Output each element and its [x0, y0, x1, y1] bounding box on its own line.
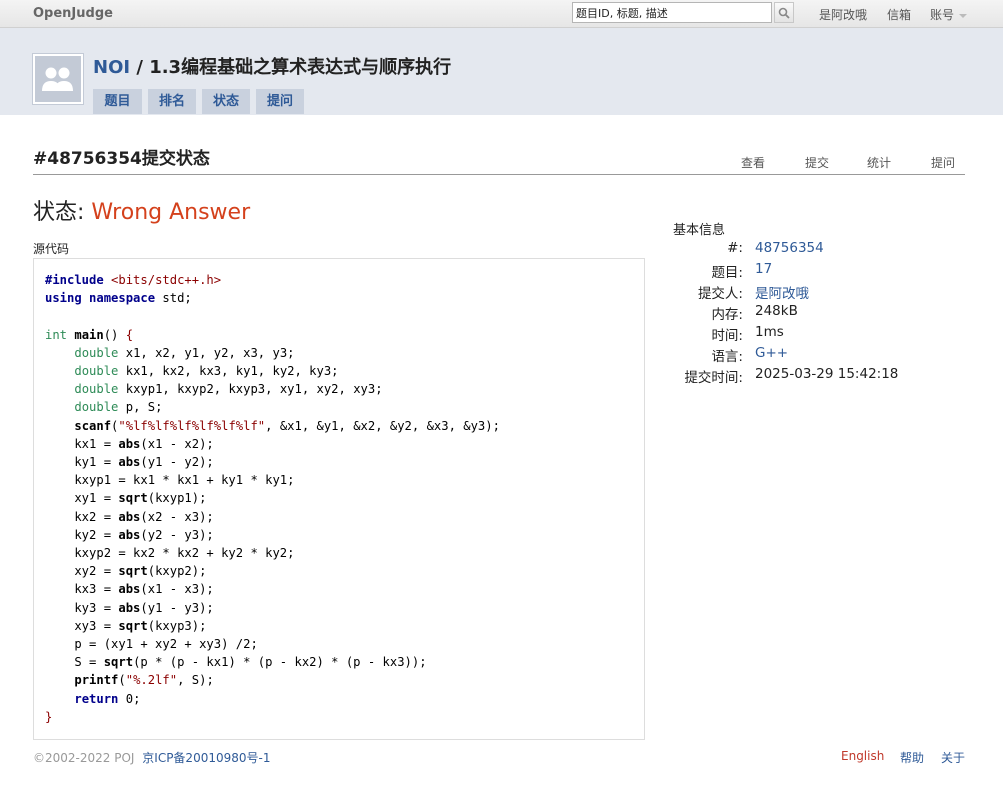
- title-separator: /: [130, 57, 150, 78]
- code-line: ky1 = abs(y1 - y2);: [45, 455, 214, 470]
- code-line: double kx1, kx2, kx3, ky1, ky2, ky3;: [74, 364, 339, 379]
- top-bar: OpenJudge 是阿改哦 信箱 账号: [0, 0, 1003, 28]
- info-row: 提交人: 是阿改哦: [673, 282, 973, 302]
- info-row: 时间: 1ms: [673, 324, 973, 344]
- info-value-link[interactable]: 48756354: [755, 240, 824, 256]
- code-line: xy1 = sqrt(kxyp1);: [45, 491, 207, 506]
- code-line: double kxyp1, kxyp2, kxyp3, xy1, xy2, xy…: [74, 382, 383, 397]
- code-line: }: [45, 709, 53, 724]
- code-line: kxyp2 = kx2 * kx2 + ky2 * ky2;: [45, 546, 295, 561]
- submission-status: 状态: Wrong Answer: [33, 194, 250, 226]
- code-line: ky2 = abs(y2 - y3);: [45, 527, 214, 542]
- code-line: printf("%.2lf", S);: [74, 673, 214, 688]
- tab-status[interactable]: 状态: [202, 89, 250, 114]
- info-key: 提交时间:: [684, 370, 743, 386]
- code-line: using namespace std;: [45, 291, 192, 306]
- subnav-view[interactable]: 查看: [741, 154, 765, 171]
- info-row: 题目: 17: [673, 261, 973, 281]
- chevron-down-icon: [958, 14, 967, 18]
- code-line: double x1, x2, y1, y2, x3, y3;: [74, 345, 295, 360]
- search-icon: [778, 7, 790, 19]
- code-line: return 0;: [74, 691, 141, 706]
- mailbox-link[interactable]: 信箱: [887, 6, 911, 23]
- brand-logo-text[interactable]: OpenJudge: [33, 6, 113, 21]
- code-line: xy2 = sqrt(kxyp2);: [45, 564, 207, 579]
- info-key: 提交人:: [697, 286, 743, 302]
- code-line: kxyp1 = kx1 * kx1 + ky1 * ky1;: [45, 473, 295, 488]
- icp-link[interactable]: 京ICP备20010980号-1: [142, 751, 270, 765]
- info-key: 时间:: [711, 328, 743, 344]
- info-title: 基本信息: [673, 223, 726, 238]
- page-title: #48756354提交状态: [33, 149, 210, 169]
- source-code: #include <bits/stdc++.h> using namespace…: [45, 271, 500, 726]
- footer-about-link[interactable]: 关于: [941, 749, 965, 766]
- code-line: S = sqrt(p * (p - kx1) * (p - kx2) * (p …: [45, 655, 427, 670]
- subnav-submit[interactable]: 提交: [805, 154, 829, 171]
- tab-ranking[interactable]: 排名: [148, 89, 196, 114]
- info-value-link[interactable]: 17: [755, 261, 772, 277]
- user-link[interactable]: 是阿改哦: [819, 6, 867, 23]
- page-course-title: NOI / 1.3编程基础之算术表达式与顺序执行: [93, 53, 451, 79]
- info-row: 提交时间: 2025-03-29 15:42:18: [673, 366, 973, 386]
- info-value: 248kB: [755, 303, 798, 319]
- info-value-link[interactable]: G++: [755, 345, 788, 361]
- tab-questions[interactable]: 提问: [256, 89, 304, 114]
- subnav-questions[interactable]: 提问: [931, 154, 955, 171]
- tab-problems[interactable]: 题目: [93, 89, 142, 114]
- code-line: kx2 = abs(x2 - x3);: [45, 509, 214, 524]
- search-button[interactable]: [774, 2, 794, 23]
- code-line: xy3 = sqrt(kxyp3);: [45, 618, 207, 633]
- status-label: 状态:: [33, 200, 92, 225]
- info-row: 内存: 248kB: [673, 303, 973, 323]
- info-value: 1ms: [755, 324, 784, 340]
- search-input[interactable]: [572, 2, 772, 23]
- info-key: 题目:: [711, 265, 743, 281]
- code-line: #include <bits/stdc++.h>: [45, 273, 222, 287]
- group-avatar-icon: [37, 58, 79, 100]
- account-label: 账号: [930, 8, 955, 22]
- info-key: 语言:: [711, 349, 743, 365]
- course-link[interactable]: 1.3编程基础之算术表达式与顺序执行: [149, 57, 451, 78]
- group-link[interactable]: NOI: [93, 57, 130, 78]
- code-line: ky3 = abs(y1 - y3);: [45, 600, 214, 615]
- account-menu[interactable]: 账号: [930, 6, 967, 23]
- info-row: 语言: G++: [673, 345, 973, 365]
- code-line: kx1 = abs(x1 - x2);: [45, 436, 214, 451]
- info-key: #:: [727, 240, 743, 256]
- source-code-box: #include <bits/stdc++.h> using namespace…: [33, 258, 645, 740]
- footer-help-link[interactable]: 帮助: [900, 749, 924, 766]
- code-line: double p, S;: [74, 400, 163, 415]
- info-key: 内存:: [711, 307, 743, 323]
- group-logo: [32, 53, 84, 105]
- footer-copyright: ©2002-2022 POJ 京ICP备20010980号-1: [33, 749, 270, 766]
- code-line: p = (xy1 + xy2 + xy3) /2;: [45, 637, 258, 652]
- code-line: int main() {: [45, 327, 134, 342]
- site-search: [572, 2, 794, 25]
- code-line: kx3 = abs(x1 - x3);: [45, 582, 214, 597]
- status-value: Wrong Answer: [91, 200, 251, 225]
- subnav-stats[interactable]: 统计: [867, 154, 891, 171]
- info-value-link[interactable]: 是阿改哦: [755, 282, 809, 302]
- copyright-text: ©2002-2022 POJ: [33, 751, 135, 765]
- source-code-label: 源代码: [33, 242, 70, 256]
- info-value: 2025-03-29 15:42:18: [755, 366, 899, 382]
- footer-english-link[interactable]: English: [841, 749, 884, 763]
- heading-divider: [33, 174, 965, 175]
- info-row: #: 48756354: [673, 240, 973, 260]
- code-line: scanf("%lf%lf%lf%lf%lf%lf", &x1, &y1, &x…: [74, 418, 500, 433]
